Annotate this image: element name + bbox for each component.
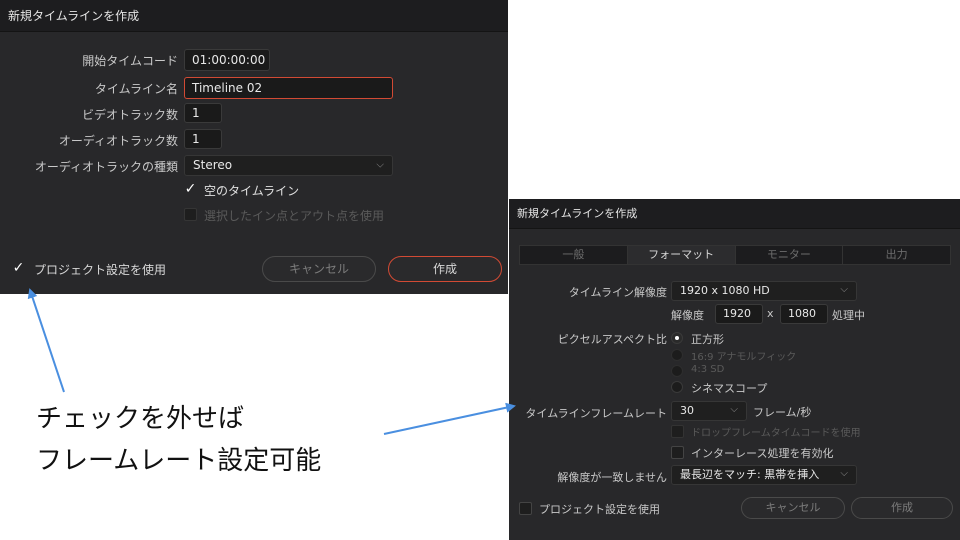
video-tracks-label: ビデオトラック数	[81, 108, 178, 122]
create-button[interactable]: 作成	[851, 497, 953, 519]
tab-general[interactable]: 一般	[520, 246, 628, 264]
chevron-down-icon: ⌵	[730, 404, 738, 416]
framerate-unit-label: フレーム/秒	[753, 406, 812, 419]
interlace-label: インターレース処理を有効化	[691, 447, 834, 460]
dialog-title: 新規タイムラインを作成	[509, 199, 960, 229]
annotation-line-1: チェックを外せば	[36, 404, 245, 434]
chevron-down-icon: ⌵	[376, 159, 384, 171]
empty-timeline-checkbox[interactable]: ✓	[184, 182, 197, 196]
use-in-out-checkbox	[184, 208, 197, 221]
video-tracks-input[interactable]: 1	[184, 103, 222, 123]
arrow-to-project-settings	[27, 288, 65, 393]
timeline-resolution-select[interactable]: 1920 x 1080 HD ⌵	[671, 281, 857, 301]
use-in-out-label: 選択したイン点とアウト点を使用	[204, 209, 385, 223]
audio-track-type-select[interactable]: Stereo ⌵	[184, 155, 393, 176]
pixel-aspect-label: ピクセルアスペクト比	[557, 333, 667, 346]
resolution-label: 解像度	[671, 309, 704, 322]
mismatch-label: 解像度が一致しません	[557, 471, 667, 484]
start-timecode-input[interactable]: 01:00:00:00	[184, 49, 270, 71]
use-project-settings-checkbox[interactable]	[519, 502, 532, 515]
pixel-sd-label: 4:3 SD	[691, 364, 725, 375]
audio-tracks-input[interactable]: 1	[184, 129, 222, 149]
resolution-width-input[interactable]: 1920	[715, 304, 763, 324]
mismatch-value: 最長辺をマッチ: 黒帯を挿入	[680, 468, 820, 481]
cancel-button[interactable]: キャンセル	[262, 256, 376, 282]
dropframe-checkbox	[671, 425, 684, 438]
new-timeline-dialog-format: 新規タイムラインを作成 一般 フォーマット モニター 出力 タイムライン解像度 …	[509, 199, 960, 540]
use-project-settings-checkbox[interactable]: ✓	[12, 261, 25, 275]
tab-output[interactable]: 出力	[843, 246, 950, 264]
chevron-down-icon: ⌵	[840, 284, 848, 296]
new-timeline-dialog-simple: 新規タイムラインを作成 開始タイムコード 01:00:00:00 タイムライン名…	[0, 0, 508, 294]
pixel-anamorphic-radio	[671, 349, 683, 361]
pixel-square-radio[interactable]	[671, 332, 683, 344]
pixel-anamorphic-label: 16:9 アナモルフィック	[691, 352, 797, 363]
pixel-cinemascope-label: シネマスコープ	[691, 382, 768, 395]
cancel-button[interactable]: キャンセル	[741, 497, 845, 519]
tab-monitor[interactable]: モニター	[736, 246, 844, 264]
timeline-name-input[interactable]: Timeline 02	[184, 77, 393, 99]
resolution-times-label: x	[767, 307, 774, 320]
tab-bar: 一般 フォーマット モニター 出力	[519, 245, 951, 265]
audio-track-type-value: Stereo	[193, 158, 233, 172]
audio-tracks-label: オーディオトラック数	[58, 134, 178, 148]
pixel-cinemascope-radio[interactable]	[671, 381, 683, 393]
pixel-square-label: 正方形	[691, 333, 724, 346]
chevron-down-icon: ⌵	[840, 468, 848, 480]
framerate-value: 30	[680, 404, 694, 417]
empty-timeline-label: 空のタイムライン	[204, 184, 300, 198]
dialog-title: 新規タイムラインを作成	[0, 0, 508, 32]
processing-label: 処理中	[832, 309, 865, 322]
pixel-sd-radio	[671, 365, 683, 377]
start-timecode-label: 開始タイムコード	[82, 54, 178, 68]
audio-track-type-label: オーディオトラックの種類	[34, 160, 178, 174]
interlace-checkbox[interactable]	[671, 446, 684, 459]
framerate-select[interactable]: 30 ⌵	[671, 401, 747, 421]
annotation-line-2: フレームレート設定可能	[36, 446, 322, 476]
timeline-name-label: タイムライン名	[94, 82, 178, 96]
dropframe-label: ドロップフレームタイムコードを使用	[691, 428, 861, 439]
create-button[interactable]: 作成	[388, 256, 502, 282]
arrow-to-framerate	[383, 402, 516, 435]
timeline-framerate-label: タイムラインフレームレート	[525, 407, 667, 420]
resolution-height-input[interactable]: 1080	[780, 304, 828, 324]
timeline-resolution-value: 1920 x 1080 HD	[680, 284, 770, 297]
timeline-resolution-label: タイムライン解像度	[568, 286, 667, 299]
tab-format[interactable]: フォーマット	[627, 246, 736, 264]
use-project-settings-label: プロジェクト設定を使用	[539, 503, 660, 516]
mismatch-select[interactable]: 最長辺をマッチ: 黒帯を挿入 ⌵	[671, 465, 857, 485]
use-project-settings-label: プロジェクト設定を使用	[34, 263, 167, 277]
